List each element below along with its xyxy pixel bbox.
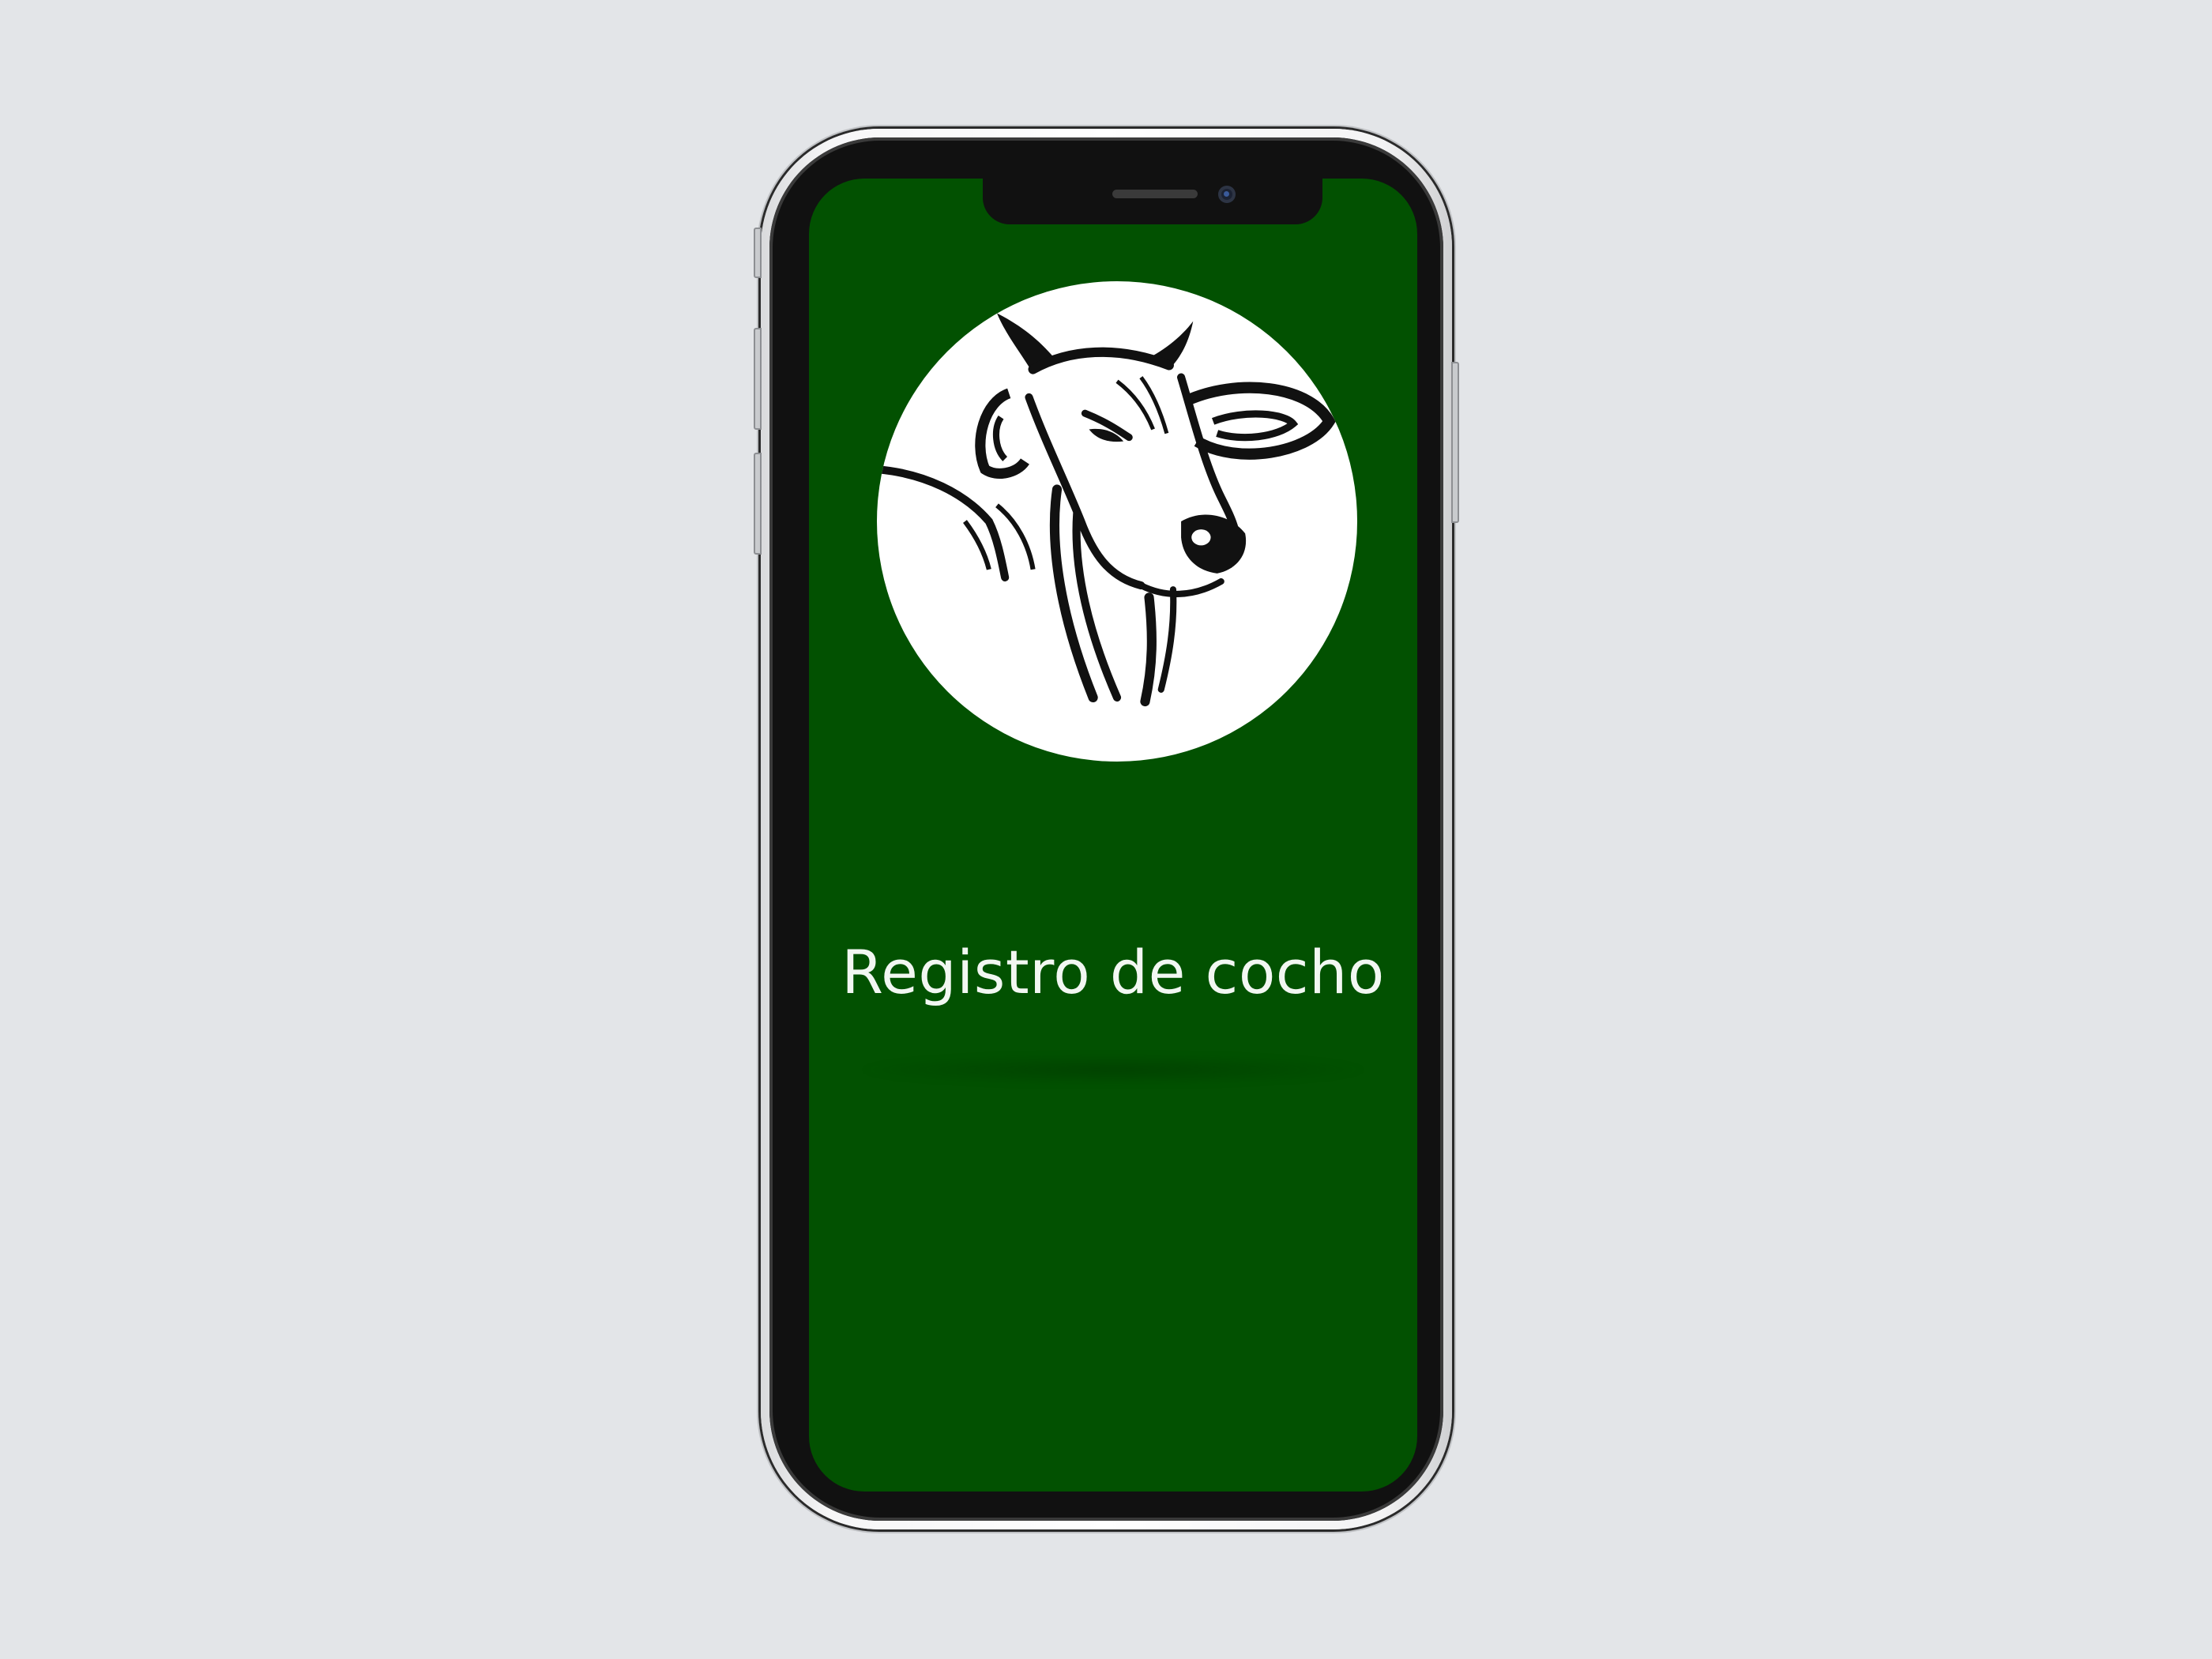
app-title: Registro de cocho (841, 937, 1385, 1007)
phone-notch (983, 179, 1322, 224)
volume-down-button (754, 453, 762, 555)
cow-head-icon (877, 281, 1357, 762)
splash-screen: Registro de cocho (809, 179, 1417, 1492)
app-logo (877, 281, 1357, 762)
power-button (1451, 362, 1459, 523)
silent-switch (754, 228, 762, 278)
splash-shadow (856, 1054, 1370, 1085)
front-camera-icon (1218, 186, 1236, 203)
speaker-grille (1112, 190, 1198, 198)
volume-up-button (754, 328, 762, 430)
mockup-stage: Registro de cocho (0, 0, 2212, 1659)
phone-bezel: Registro de cocho (769, 137, 1443, 1521)
phone-frame: Registro de cocho (754, 129, 1459, 1529)
